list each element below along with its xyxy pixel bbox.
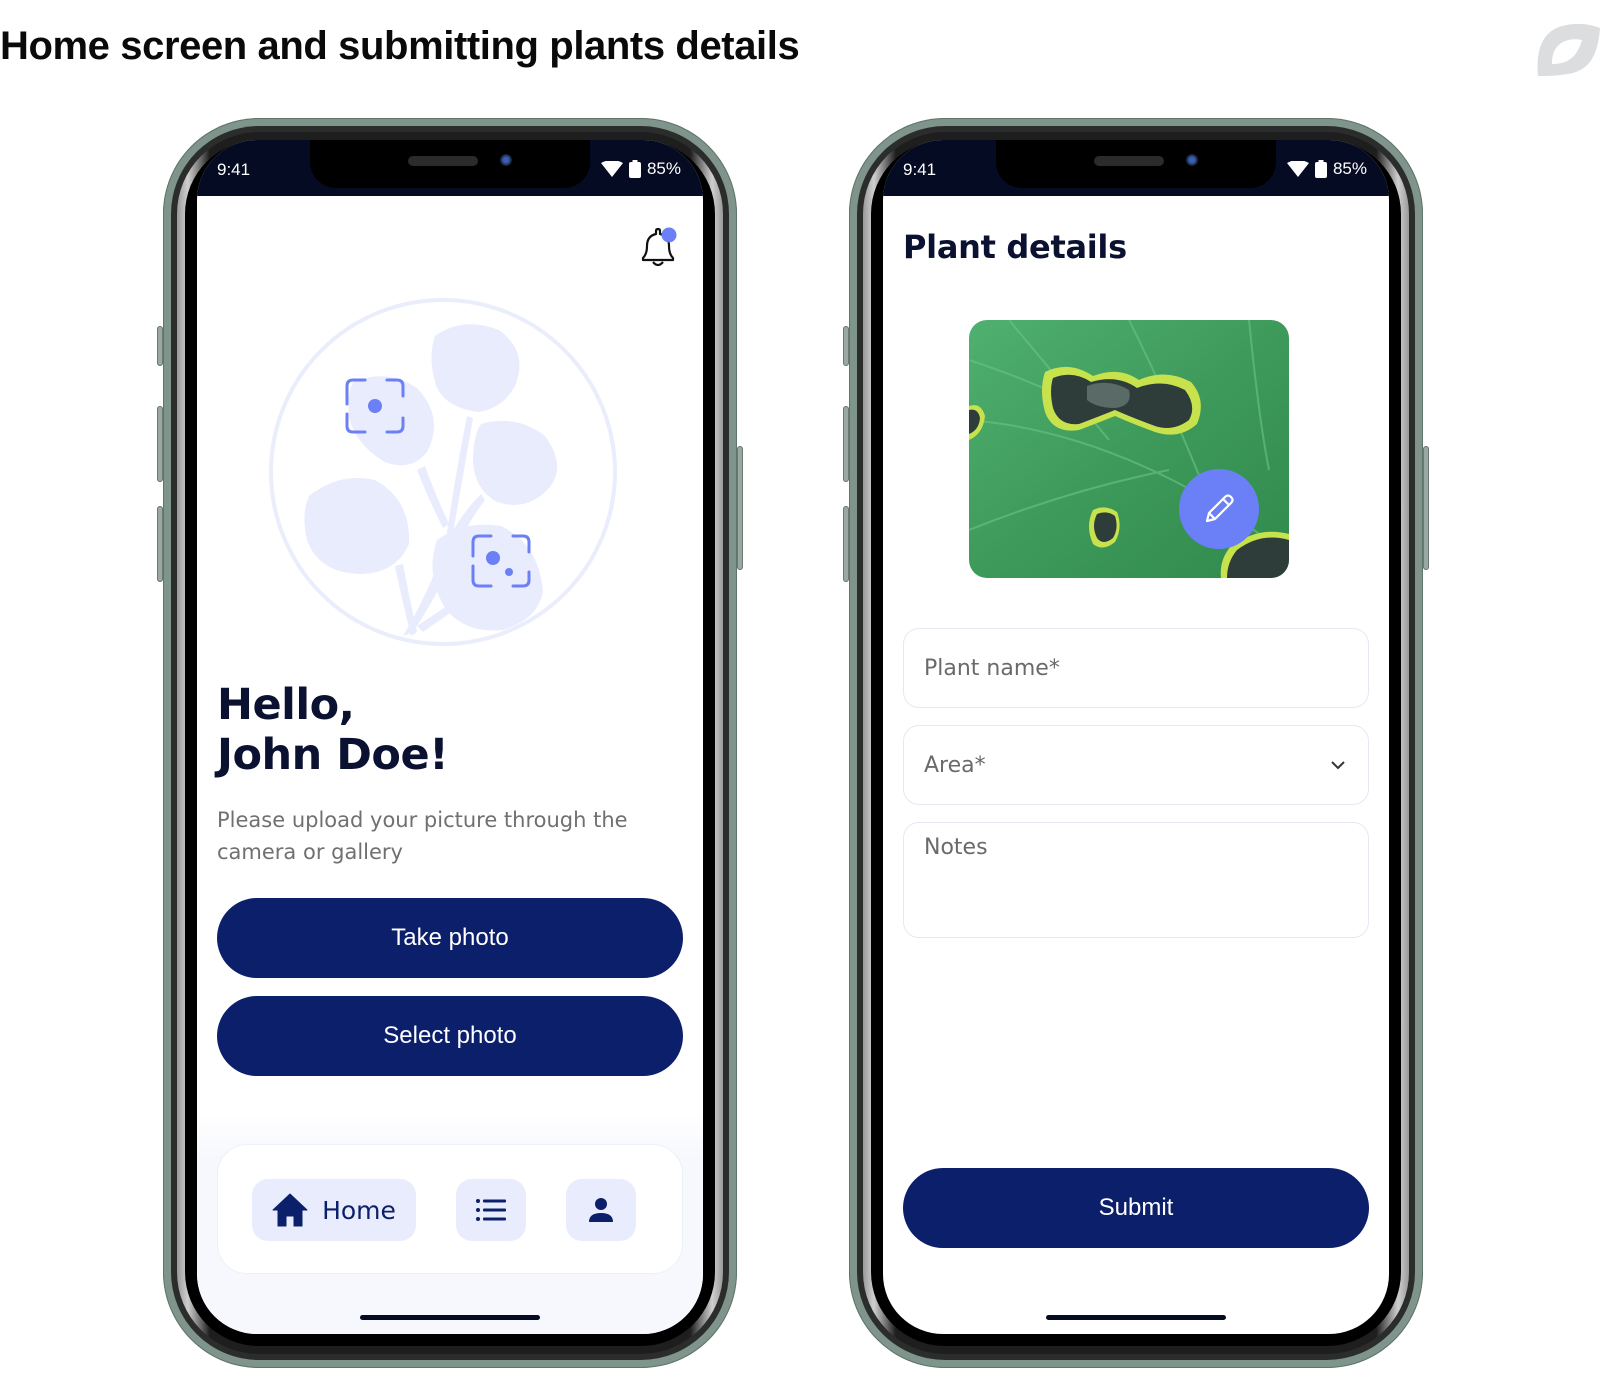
- greeting-line-2: John Doe!: [217, 730, 449, 780]
- greeting-heading: Hello, John Doe!: [217, 680, 449, 780]
- plant-name-input[interactable]: [924, 655, 1368, 681]
- tab-bar: Home: [217, 1144, 683, 1274]
- power-button: [1423, 446, 1429, 570]
- mute-switch: [157, 326, 163, 366]
- home-indicator: [360, 1315, 540, 1320]
- status-time: 9:41: [217, 160, 251, 179]
- tab-profile[interactable]: [566, 1179, 636, 1241]
- tab-home-label: Home: [322, 1195, 396, 1225]
- area-select[interactable]: Area*: [903, 725, 1369, 805]
- select-photo-button[interactable]: Select photo: [217, 996, 683, 1076]
- plant-scan-illustration: [269, 298, 617, 646]
- leaf-logo-icon: [1537, 23, 1600, 76]
- screen-title: Plant details: [903, 228, 1127, 266]
- edit-photo-button[interactable]: [1179, 469, 1259, 549]
- home-indicator: [1046, 1315, 1226, 1320]
- plant-name-field[interactable]: [903, 628, 1369, 708]
- tab-list[interactable]: [456, 1179, 526, 1241]
- home-screen: 9:41 85% Hello, John Doe! Please upload …: [197, 140, 703, 1334]
- power-button: [737, 446, 743, 570]
- tab-home[interactable]: Home: [252, 1179, 416, 1241]
- wifi-icon: [600, 161, 623, 177]
- volume-down-button: [843, 506, 849, 582]
- greeting-line-1: Hello,: [217, 680, 355, 730]
- phone-frame-plant-details: 9:41 85% Plant details Plant name* Area*…: [843, 118, 1429, 1368]
- notes-textarea[interactable]: [924, 835, 1368, 910]
- notes-field[interactable]: [903, 822, 1369, 938]
- take-photo-button[interactable]: Take photo: [217, 898, 683, 978]
- pencil-icon: [1205, 494, 1234, 523]
- chevron-down-icon: [1331, 761, 1345, 770]
- battery-icon: [628, 160, 641, 178]
- volume-up-button: [157, 406, 163, 482]
- plant-details-screen: 9:41 85% Plant details Plant name* Area*…: [883, 140, 1389, 1334]
- profile-icon: [589, 1198, 613, 1222]
- phone-frame-home: 9:41 85% Hello, John Doe! Please upload …: [157, 118, 743, 1368]
- area-select-placeholder: Area*: [924, 752, 986, 778]
- notch: [996, 140, 1276, 188]
- status-bar: 9:41 85%: [883, 140, 1389, 196]
- list-icon: [476, 1199, 506, 1221]
- battery-percent: 85%: [1332, 159, 1367, 178]
- volume-down-button: [157, 506, 163, 582]
- volume-up-button: [843, 406, 849, 482]
- page-title: Home screen and submitting plants detail…: [0, 24, 800, 68]
- notification-dot: [661, 227, 677, 243]
- status-bar: 9:41 85%: [197, 140, 703, 196]
- battery-icon: [1314, 160, 1327, 178]
- home-icon: [272, 1193, 308, 1227]
- upload-instructions: Please upload your picture through the c…: [217, 808, 628, 864]
- notch: [310, 140, 590, 188]
- bell-icon[interactable]: [637, 226, 677, 270]
- mute-switch: [843, 326, 849, 366]
- battery-percent: 85%: [646, 159, 681, 178]
- wifi-icon: [1286, 161, 1309, 177]
- submit-button[interactable]: Submit: [903, 1168, 1369, 1248]
- status-time: 9:41: [903, 160, 937, 179]
- bottom-navigation-area: Home: [197, 1114, 703, 1334]
